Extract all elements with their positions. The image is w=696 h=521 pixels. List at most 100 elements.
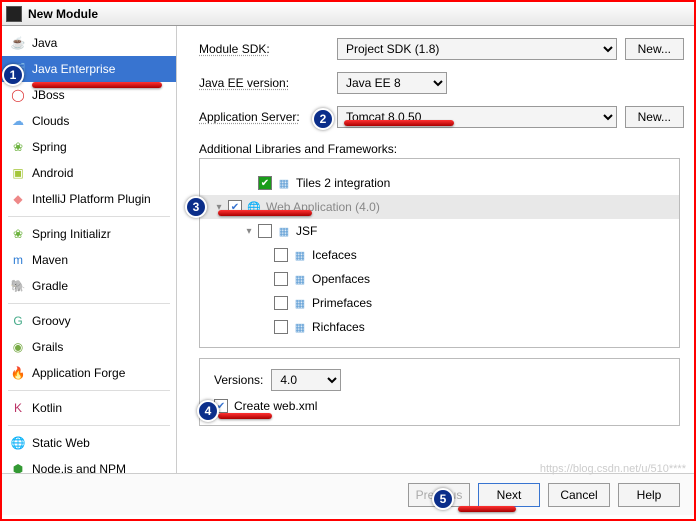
sidebar-item-label: Spring — [32, 140, 67, 154]
tree-checkbox[interactable] — [274, 320, 288, 334]
module-sdk-label: Module SDK: — [199, 42, 329, 56]
help-button[interactable]: Help — [618, 483, 680, 507]
sidebar-item-label: Spring Initializr — [32, 227, 111, 241]
sidebar-item-label: JBoss — [32, 88, 65, 102]
create-web-xml-label: Create web.xml — [234, 399, 317, 413]
sidebar-item-label: IntelliJ Platform Plugin — [32, 192, 151, 206]
sidebar-item-icon: 🌐 — [10, 435, 26, 451]
sidebar-item-label: Java — [32, 36, 57, 50]
sidebar-separator — [8, 425, 170, 426]
tree-checkbox[interactable]: ✔ — [228, 200, 242, 214]
content-panel: Module SDK: Project SDK (1.8) New... Jav… — [177, 26, 694, 473]
tree-item-icon: ▦ — [276, 223, 292, 239]
sidebar-item-spring-initializr[interactable]: ❀ Spring Initializr — [2, 221, 176, 247]
tree-item-icon: ▦ — [292, 247, 308, 263]
sidebar-item-label: Static Web — [32, 436, 90, 450]
tree-checkbox[interactable] — [274, 248, 288, 262]
sidebar-item-maven[interactable]: m Maven — [2, 247, 176, 273]
sidebar-item-grails[interactable]: ◉ Grails — [2, 334, 176, 360]
sidebar-item-android[interactable]: ▣ Android — [2, 160, 176, 186]
sidebar-item-application-forge[interactable]: 🔥Application Forge — [2, 360, 176, 386]
tree-checkbox[interactable] — [274, 272, 288, 286]
versions-select[interactable]: 4.0 — [271, 369, 341, 391]
sidebar-item-node-js-and-npm[interactable]: ⬢ Node.js and NPM — [2, 456, 176, 473]
sidebar-item-label: Node.js and NPM — [32, 462, 126, 473]
module-sdk-new-button[interactable]: New... — [625, 38, 684, 60]
sidebar-item-label: Grails — [32, 340, 63, 354]
sidebar-item-icon: G — [10, 313, 26, 329]
sidebar-item-label: Android — [32, 166, 73, 180]
sidebar-item-label: Groovy — [32, 314, 71, 328]
sidebar-item-icon: ☁ — [10, 113, 26, 129]
sidebar-item-icon: 🗂 — [10, 61, 26, 77]
sidebar-item-icon: m — [10, 252, 26, 268]
tree-checkbox[interactable] — [274, 296, 288, 310]
sidebar-item-label: Clouds — [32, 114, 69, 128]
tree-item-icon: ▦ — [276, 175, 292, 191]
sidebar-item-icon: ⬢ — [10, 461, 26, 473]
tree-row[interactable]: ▦ Openfaces — [200, 267, 679, 291]
sidebar-item-spring[interactable]: ❀Spring — [2, 134, 176, 160]
titlebar: New Module — [2, 2, 694, 26]
previous-button: Previous — [408, 483, 470, 507]
tree-row[interactable]: ▾✔🌐Web Application (4.0) — [200, 195, 679, 219]
tree-row[interactable]: ▦ Richfaces — [200, 315, 679, 339]
sidebar-item-clouds[interactable]: ☁ Clouds — [2, 108, 176, 134]
tree-twisty-icon[interactable]: ▾ — [244, 226, 254, 237]
tree-row[interactable]: ▦Icefaces — [200, 243, 679, 267]
tree-item-label: Richfaces — [312, 320, 365, 334]
sidebar-item-groovy[interactable]: G Groovy — [2, 308, 176, 334]
app-server-label: Application Server: — [199, 110, 329, 124]
options-panel: Versions: 4.0 ✔ Create web.xml — [199, 358, 680, 426]
additional-frameworks-label: Additional Libraries and Frameworks: — [199, 142, 684, 156]
tree-item-icon: ▦ — [292, 319, 308, 335]
sidebar-separator — [8, 216, 170, 217]
java-ee-version-select[interactable]: Java EE 8 — [337, 72, 447, 94]
sidebar-item-jboss[interactable]: ◯JBoss — [2, 82, 176, 108]
sidebar-separator — [8, 303, 170, 304]
tree-item-icon: 🌐 — [246, 199, 262, 215]
app-server-new-button[interactable]: New... — [625, 106, 684, 128]
tree-item-label: Openfaces — [312, 272, 370, 286]
module-sdk-select[interactable]: Project SDK (1.8) — [337, 38, 617, 60]
tree-checkbox[interactable]: ✔ — [258, 176, 272, 190]
sidebar-separator — [8, 390, 170, 391]
sidebar-item-java[interactable]: ☕Java — [2, 30, 176, 56]
cancel-button[interactable]: Cancel — [548, 483, 610, 507]
java-ee-version-label: Java EE version: — [199, 76, 329, 90]
sidebar-item-label: Kotlin — [32, 401, 62, 415]
app-server-select[interactable]: Tomcat 8.0.50 — [337, 106, 617, 128]
tree-item-label: JSF — [296, 224, 317, 238]
tree-item-label: Tiles 2 integration — [296, 176, 390, 190]
next-button[interactable]: Next — [478, 483, 540, 507]
tree-twisty-icon[interactable]: ▾ — [214, 202, 224, 213]
sidebar-item-icon: K — [10, 400, 26, 416]
sidebar-item-icon: ◉ — [10, 339, 26, 355]
sidebar-item-icon: 🔥 — [10, 365, 26, 381]
tree-item-icon: ▦ — [292, 295, 308, 311]
sidebar-item-label: Maven — [32, 253, 68, 267]
sidebar-item-label: Gradle — [32, 279, 68, 293]
frameworks-tree[interactable]: ✔▦Tiles 2 integration▾✔🌐Web Application … — [199, 158, 680, 348]
tree-row[interactable]: ▾ ▦ JSF — [200, 219, 679, 243]
sidebar: ☕Java🗂Java Enterprise◯JBoss☁Clouds❀Sprin… — [2, 26, 177, 473]
create-web-xml-checkbox[interactable]: ✔ — [214, 399, 228, 413]
tree-row[interactable]: ✔ ▦ Tiles 2 integration — [200, 171, 679, 195]
tree-row-cutoff — [200, 159, 679, 171]
sidebar-item-kotlin[interactable]: K Kotlin — [2, 395, 176, 421]
tree-item-icon: ▦ — [292, 271, 308, 287]
sidebar-item-java-enterprise[interactable]: 🗂 Java Enterprise — [2, 56, 176, 82]
sidebar-item-static-web[interactable]: 🌐 Static Web — [2, 430, 176, 456]
window-title: New Module — [28, 7, 98, 21]
sidebar-item-icon: ❀ — [10, 226, 26, 242]
sidebar-item-icon: 🐘 — [10, 278, 26, 294]
tree-row[interactable]: ▦ Primefaces — [200, 291, 679, 315]
dialog-buttons: Previous Next Cancel Help — [2, 473, 694, 515]
sidebar-item-label: Java Enterprise — [32, 62, 115, 76]
sidebar-item-intellij-platform-plugin[interactable]: ◆IntelliJ Platform Plugin — [2, 186, 176, 212]
sidebar-item-gradle[interactable]: 🐘 Gradle — [2, 273, 176, 299]
app-icon — [6, 6, 22, 22]
sidebar-item-icon: ▣ — [10, 165, 26, 181]
tree-checkbox[interactable] — [258, 224, 272, 238]
tree-item-label: Primefaces — [312, 296, 372, 310]
